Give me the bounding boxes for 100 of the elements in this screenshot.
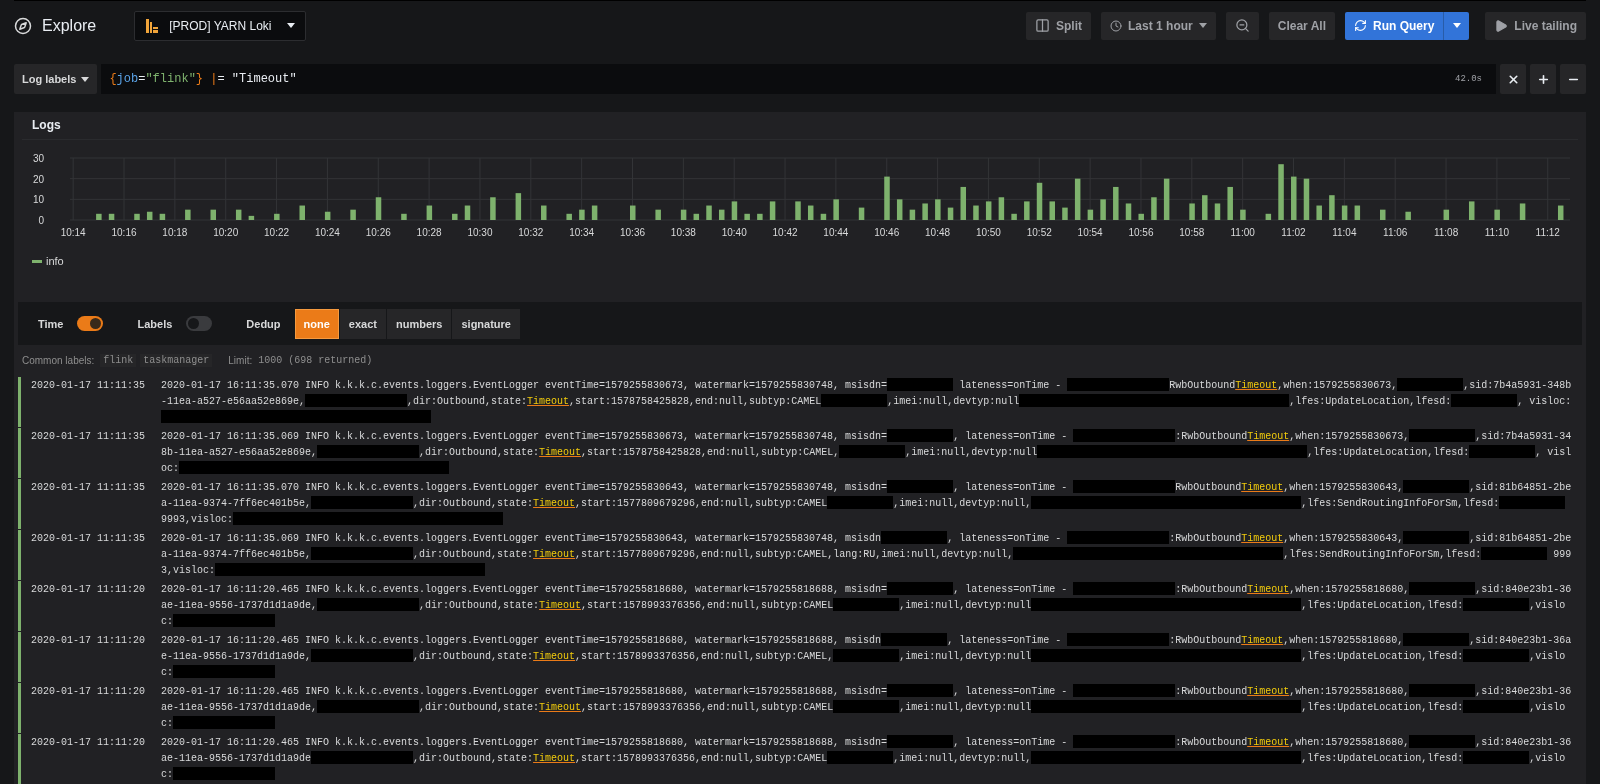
chart-bar: [1316, 205, 1322, 220]
chart-bar: [1214, 203, 1221, 220]
run-query-button[interactable]: Run Query: [1344, 11, 1444, 40]
axis-label: 10:24: [314, 226, 340, 238]
panel-title: Logs: [32, 118, 61, 133]
dedup-option[interactable]: numbers: [387, 308, 452, 339]
split-button[interactable]: Split: [1026, 11, 1092, 40]
common-labels-label: Common labels:: [22, 354, 95, 366]
log-timestamp: 2020-01-17 11:11:20: [31, 685, 147, 699]
dedup-option[interactable]: exact: [339, 308, 386, 339]
time-range-picker[interactable]: Last 1 hour: [1101, 11, 1216, 40]
chart-bar: [1049, 201, 1055, 220]
log-labels-dropdown[interactable]: Log labels: [14, 64, 98, 94]
run-options-button[interactable]: [1443, 11, 1470, 40]
datasource-picker[interactable]: [PROD] YARN Loki: [134, 10, 307, 41]
chart-bar: [235, 209, 242, 220]
chart-bar: [769, 201, 776, 220]
chart-bar: [922, 203, 928, 220]
play-icon: [1494, 18, 1509, 33]
chart-bar: [515, 193, 522, 220]
log-timestamp: 2020-01-17 11:11:35: [31, 430, 147, 444]
chart-bar: [1163, 178, 1170, 220]
chart-bar: [947, 207, 954, 220]
log-message: 2020-01-17 16:11:35.070 INFO k.k.k.c.events.loggers.EventLogger eventTime=1579255830643, watermark=1579255830748, msisdn= , lateness=onTime - RwbOutboundTimeout,when:1579255830643, ,sid:81b64851-2bea-11ea-9374-7ff6ec401b5e, ,dir:Outbound,state:Timeout,start:1577809679296,end:null,subtyp:CAMEL ,imei:null,devtyp:null, ,lfes:SendRoutingInfoForSm,lfesd: 9993,visloc:: [161, 480, 1573, 528]
chart-bar: [1405, 211, 1411, 220]
log-timestamp: 2020-01-17 11:11:20: [31, 736, 147, 750]
axis-label: 11:08: [1433, 226, 1459, 238]
chart-bar: [1062, 207, 1068, 220]
chart-bar: [655, 209, 661, 220]
close-icon: [1506, 72, 1520, 86]
axis-label: 10:26: [365, 226, 391, 238]
axis-label: 10:18: [162, 226, 188, 238]
axis-label: 10:16: [111, 226, 137, 238]
axis-label: 10:22: [264, 226, 290, 238]
chart-bar: [1202, 195, 1208, 220]
log-message: 2020-01-17 16:11:35.069 INFO k.k.k.c.events.loggers.EventLogger eventTime=1579255830643, watermark=1579255830748, msisdn , lateness=onTime - :RwbOutboundTimeout,when:1579255830643, ,sid:81b64851-2bea-11ea-9374-7ff6ec401b5e, ,dir:Outbound,state:Timeout,start:1577809679296,end:null,subtyp:CAMEL,lang:RU,imei:null,devtyp:null, ,lfes:SendRoutingInfoForSm,lfesd: 9993,visloc:: [161, 531, 1573, 579]
chart-bar: [1074, 178, 1081, 220]
caret-icon: [1452, 23, 1461, 28]
chart-bar: [452, 213, 458, 220]
chart-bar: [1189, 203, 1195, 220]
chart-bar: [426, 205, 433, 220]
axis-label: 20: [32, 173, 44, 185]
chart-bar: [248, 215, 255, 220]
clock-icon: [1110, 19, 1123, 32]
chart-bar: [719, 209, 725, 220]
axis-label: 10:32: [518, 226, 544, 238]
columns-icon: [1035, 18, 1051, 33]
axis-label: 0: [38, 214, 44, 226]
label-chip: taskmanager: [140, 353, 213, 367]
chart-bar: [630, 205, 636, 220]
dedup-option[interactable]: signature: [452, 308, 520, 339]
toggle-switch[interactable]: [77, 316, 104, 332]
log-message: 2020-01-17 16:11:35.070 INFO k.k.k.c.events.loggers.EventLogger eventTime=1579255830673, watermark=1579255830748, msisdn= lateness=onTime - RwbOutboundTimeout,when:1579255830673, ,sid:7b4a5931-348b-11ea-a527-e56aa52e869e, ,dir:Outbound,state:Timeout,start:1578758425828,end:null,subtyp:CAMEL ,imei:null,devtyp:null ,lfes:UpdateLocation,lfesd: , visloc:: [161, 378, 1582, 426]
remove-query-button[interactable]: [1500, 64, 1526, 94]
chart-bar: [744, 213, 750, 220]
axis-label: 10:50: [975, 226, 1001, 238]
chart-bar: [1469, 201, 1475, 220]
axis-label: 10:44: [823, 226, 849, 238]
query-input-field[interactable]: {job="flink"} |= "Timeout" 42.0s: [101, 64, 1496, 94]
page-title: Explore: [42, 16, 97, 35]
caret-icon: [287, 23, 296, 28]
chart-bar: [884, 176, 890, 220]
chart-bar: [680, 209, 687, 220]
chart-bar: [858, 207, 865, 220]
clear-all-button[interactable]: Clear All: [1268, 11, 1335, 40]
chart-bar: [960, 186, 966, 220]
caret-icon: [81, 76, 90, 82]
chart-bar: [1227, 186, 1233, 220]
chart-bar: [833, 199, 839, 220]
axis-label: 10:52: [1026, 226, 1052, 238]
chart-bar: [1329, 195, 1335, 220]
toggle-switch[interactable]: [186, 316, 213, 332]
chart-bar: [807, 205, 814, 220]
chart-bar: [1125, 203, 1132, 220]
log-timestamp: 2020-01-17 11:11:20: [31, 583, 147, 597]
chart-bar: [350, 209, 356, 220]
plus-icon: [1536, 72, 1550, 86]
axis-label: 11:06: [1383, 226, 1408, 238]
live-tailing-button[interactable]: Live tailing: [1485, 11, 1586, 40]
chart-bar: [1557, 205, 1564, 220]
zoom-out-button[interactable]: [1225, 11, 1259, 40]
axis-label: 10:38: [670, 226, 696, 238]
log-timestamp: 2020-01-17 11:11:35: [31, 379, 147, 393]
chart-bar: [820, 213, 827, 220]
chart-bar: [1341, 205, 1348, 220]
add-query-button[interactable]: [1530, 64, 1556, 94]
log-message: 2020-01-17 16:11:35.069 INFO k.k.k.c.events.loggers.EventLogger eventTime=1579255830673, watermark=1579255830748, msisdn= , lateness=onTime - :RwbOutboundTimeout,when:1579255830673, ,sid:7b4a5931-348b-11ea-a527-e56aa52e869e, ,dir:Outbound,state:Timeout,start:1578758425828,end:null,subtyp:CAMEL, ,imei:null,devtyp:null ,lfes:UpdateLocation,lfesd: , visloc:: [161, 429, 1573, 477]
axis-label: 10:46: [874, 226, 900, 238]
chart-bar: [1138, 213, 1144, 220]
axis-label: 10:30: [467, 226, 493, 238]
legend-label[interactable]: info: [46, 255, 64, 268]
chart-bar: [1113, 186, 1119, 220]
dedup-label: Dedup: [246, 317, 281, 330]
axis-label: 11:10: [1484, 226, 1510, 238]
chart-bar: [1100, 199, 1106, 220]
limit-value: 1000 (698 returned): [258, 354, 373, 366]
chart-bar: [1380, 209, 1386, 220]
chart-bar: [1024, 201, 1030, 220]
axis-label: 10:40: [721, 226, 747, 238]
chart-bar: [1240, 209, 1246, 220]
